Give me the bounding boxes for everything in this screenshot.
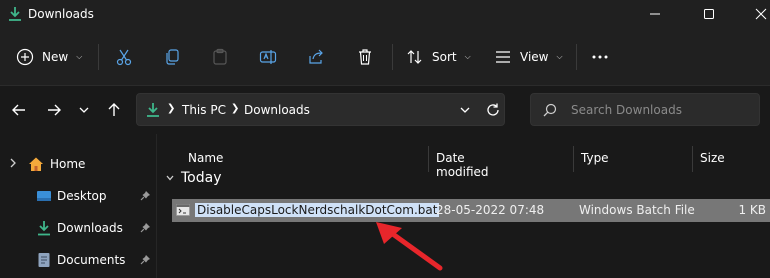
pin-icon	[140, 223, 150, 233]
pin-icon	[140, 255, 150, 265]
document-icon	[38, 253, 50, 267]
paste-icon	[213, 48, 227, 65]
arrow-left-icon	[12, 104, 25, 116]
chevron-right-icon: ❯	[167, 103, 176, 114]
search-input[interactable]: Search Downloads	[571, 103, 682, 117]
column-name[interactable]: Name	[188, 151, 223, 165]
recent-locations-button[interactable]	[72, 98, 96, 122]
file-date-modified: 28-05-2022 07:48	[436, 203, 545, 217]
column-divider[interactable]	[428, 146, 429, 172]
minimize-button[interactable]	[632, 0, 678, 28]
download-icon	[147, 103, 159, 117]
search-box[interactable]: Search Downloads	[530, 93, 760, 126]
batch-file-icon	[176, 204, 190, 216]
download-icon	[9, 7, 21, 21]
sidebar-item-downloads[interactable]: Downloads	[0, 212, 157, 244]
chevron-down-icon: ⌵	[76, 52, 83, 61]
toolbar-divider	[576, 44, 577, 70]
sidebar-item-home[interactable]: Home	[0, 148, 157, 180]
share-button[interactable]	[304, 42, 328, 72]
maximize-icon	[704, 9, 714, 19]
column-divider[interactable]	[692, 146, 693, 172]
sidebar-item-documents[interactable]: Documents	[0, 244, 157, 276]
annotation-arrow-icon	[376, 222, 443, 271]
sidebar-item-label: Documents	[57, 253, 126, 267]
rename-button[interactable]	[256, 42, 280, 72]
column-type[interactable]: Type	[581, 151, 609, 165]
table-row[interactable]: DisableCapsLockNerdschalkDotCom.bat 28-0…	[172, 199, 770, 222]
maximize-button[interactable]	[686, 0, 732, 28]
forward-button[interactable]	[42, 98, 66, 122]
minimize-icon	[650, 13, 660, 15]
window-title: Downloads	[28, 7, 94, 21]
close-button[interactable]	[738, 0, 770, 28]
download-icon	[38, 221, 50, 236]
toolbar-divider	[392, 44, 393, 70]
sidebar-item-desktop[interactable]: Desktop	[0, 180, 157, 212]
arrow-up-icon	[108, 103, 120, 116]
view-button[interactable]: View ⌵	[494, 42, 563, 72]
navigation-pane: Home Desktop Downloads Documents	[0, 134, 157, 278]
address-bar[interactable]: ❯ This PC ❯ Downloads	[136, 93, 505, 126]
new-label: New	[42, 50, 69, 64]
pin-icon	[140, 191, 150, 201]
sort-button[interactable]: Sort ⌵	[406, 42, 471, 72]
chevron-down-icon	[79, 107, 89, 113]
toolbar-divider	[98, 44, 99, 70]
arrow-right-icon	[48, 104, 61, 116]
rename-icon	[259, 50, 277, 64]
desktop-icon	[37, 191, 51, 201]
view-icon	[496, 51, 510, 63]
plus-circle-icon	[16, 48, 34, 66]
up-button[interactable]	[102, 98, 126, 122]
file-name-editing[interactable]: DisableCapsLockNerdschalkDotCom.bat	[195, 203, 440, 217]
chevron-down-icon: ⌵	[464, 52, 471, 61]
search-icon	[543, 103, 557, 117]
close-icon	[755, 8, 767, 20]
view-label: View	[520, 50, 549, 64]
chevron-down-icon[interactable]	[459, 104, 471, 116]
navigation-bar: ❯ This PC ❯ Downloads Search Downloads	[0, 86, 770, 134]
cut-icon	[116, 49, 132, 66]
chevron-right-icon: ❯	[231, 103, 240, 114]
chevron-down-icon: ⌵	[556, 52, 563, 61]
file-type: Windows Batch File	[579, 203, 695, 217]
sort-icon	[407, 50, 422, 64]
chevron-right-icon[interactable]	[8, 157, 18, 169]
column-date-modified[interactable]: Date modified	[436, 151, 489, 179]
column-size[interactable]: Size	[700, 151, 725, 165]
copy-button[interactable]	[160, 42, 184, 72]
sidebar-item-label: Desktop	[57, 189, 107, 203]
file-list: Name Date modified Type Size Today Disab…	[157, 134, 770, 278]
sort-label: Sort	[432, 50, 457, 64]
chevron-down-icon	[166, 175, 174, 181]
back-button[interactable]	[7, 98, 31, 122]
more-icon	[592, 55, 608, 59]
delete-button[interactable]	[353, 42, 377, 72]
more-button[interactable]	[588, 42, 612, 72]
cut-button[interactable]	[112, 42, 136, 72]
file-size: 1 KB	[738, 203, 766, 217]
paste-button[interactable]	[208, 42, 232, 72]
title-bar: Downloads	[0, 0, 770, 28]
breadcrumb-this-pc[interactable]: This PC	[182, 103, 226, 117]
new-button[interactable]: New ⌵	[16, 42, 82, 72]
share-icon	[309, 49, 323, 64]
copy-icon	[166, 49, 179, 65]
group-header-today[interactable]: Today	[165, 170, 222, 186]
group-label: Today	[181, 170, 222, 186]
refresh-icon[interactable]	[486, 103, 500, 117]
command-bar: New ⌵ Sort ⌵ View ⌵	[0, 28, 770, 86]
column-divider[interactable]	[573, 146, 574, 172]
sidebar-item-label: Home	[50, 157, 86, 171]
home-icon	[29, 157, 43, 171]
breadcrumb-downloads[interactable]: Downloads	[244, 103, 310, 117]
delete-icon	[359, 49, 371, 65]
sidebar-item-label: Downloads	[57, 221, 123, 235]
